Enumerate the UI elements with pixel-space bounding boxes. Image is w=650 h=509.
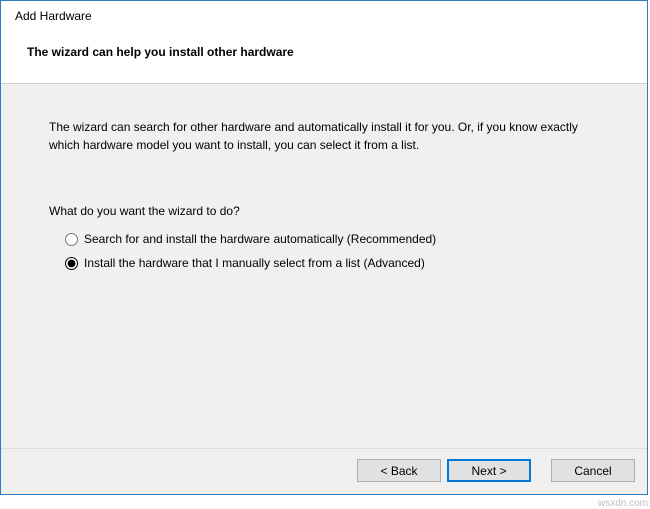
watermark: wsxdn.com: [598, 498, 648, 509]
cancel-button[interactable]: Cancel: [551, 459, 635, 482]
option-manual[interactable]: Install the hardware that I manually sel…: [65, 256, 599, 270]
radio-manual[interactable]: [65, 257, 78, 270]
button-bar: < Back Next > Cancel: [1, 448, 647, 494]
page-subtitle: The wizard can help you install other ha…: [15, 45, 633, 59]
wizard-description: The wizard can search for other hardware…: [49, 118, 599, 154]
radio-auto[interactable]: [65, 233, 78, 246]
option-auto[interactable]: Search for and install the hardware auto…: [65, 232, 599, 246]
content-area: The wizard can search for other hardware…: [1, 84, 647, 448]
back-button[interactable]: < Back: [357, 459, 441, 482]
window-title: Add Hardware: [15, 9, 633, 23]
option-auto-label: Search for and install the hardware auto…: [84, 232, 436, 246]
wizard-question: What do you want the wizard to do?: [49, 204, 599, 218]
options-group: Search for and install the hardware auto…: [49, 232, 599, 270]
option-manual-label: Install the hardware that I manually sel…: [84, 256, 425, 270]
next-button[interactable]: Next >: [447, 459, 531, 482]
add-hardware-wizard: Add Hardware The wizard can help you ins…: [0, 0, 648, 495]
header-area: Add Hardware The wizard can help you ins…: [1, 1, 647, 83]
